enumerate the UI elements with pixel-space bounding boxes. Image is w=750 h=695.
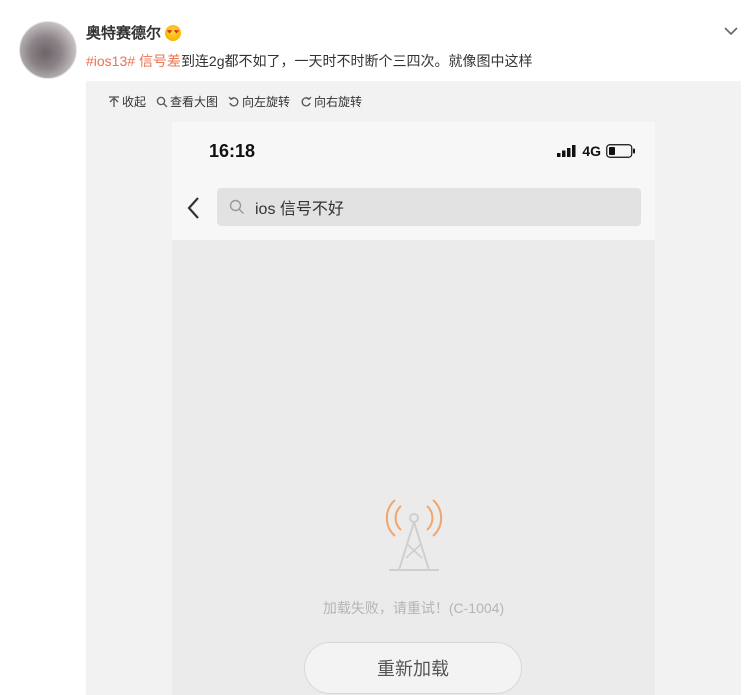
rotate-right-icon (301, 96, 312, 106)
back-icon[interactable] (186, 196, 202, 220)
hashtag-link[interactable]: #ios13# (86, 53, 135, 69)
signal-tower-icon (385, 499, 443, 571)
post-text: #ios13# 信号差到连2g都不如了，一天时不时断个三四次。就像图中这样 (86, 51, 533, 71)
rotate-left-label: 向左旋转 (242, 95, 291, 109)
collapse-button[interactable]: 收起 (108, 93, 146, 110)
image-toolbar: 收起 查看大图 向左旋转 向右旋转 (108, 93, 362, 110)
angry-face-icon (165, 24, 182, 41)
rotate-left-button[interactable]: 向左旋转 (228, 93, 290, 110)
avatar[interactable] (19, 21, 77, 79)
signal-icon (557, 145, 576, 157)
rotate-right-label: 向右旋转 (314, 95, 363, 109)
view-large-label: 查看大图 (170, 95, 219, 109)
status-indicators: 4G (557, 143, 636, 159)
rotate-left-icon (228, 96, 239, 106)
post-body: 到连2g都不如了，一天时不时断个三四次。就像图中这样 (180, 53, 533, 69)
nav-bar: ios 信号不好 (172, 180, 655, 240)
username[interactable]: 奥特赛德尔 (86, 22, 161, 43)
keyword-link[interactable]: 信号差 (139, 53, 181, 69)
search-icon (229, 199, 244, 214)
error-message: 加载失败，请重试！(C-1004) (322, 600, 505, 616)
collapse-icon (109, 95, 119, 107)
network-type: 4G (582, 143, 601, 159)
battery-icon (606, 144, 635, 158)
username-row: 奥特赛德尔 (86, 22, 182, 43)
chevron-down-icon[interactable] (724, 24, 738, 38)
phone-screenshot: 16:18 4G ios 信号不好 加载失败，请重试！(C-1004) 重新加载 (172, 122, 655, 695)
search-icon (156, 96, 168, 107)
search-query: ios 信号不好 (255, 201, 344, 218)
collapse-label: 收起 (122, 95, 147, 109)
rotate-right-button[interactable]: 向右旋转 (300, 93, 362, 110)
view-large-button[interactable]: 查看大图 (156, 93, 218, 110)
status-time: 16:18 (209, 141, 256, 161)
status-bar: 16:18 4G (172, 122, 655, 180)
search-input[interactable]: ios 信号不好 (217, 188, 641, 226)
reload-button[interactable]: 重新加载 (304, 642, 522, 694)
